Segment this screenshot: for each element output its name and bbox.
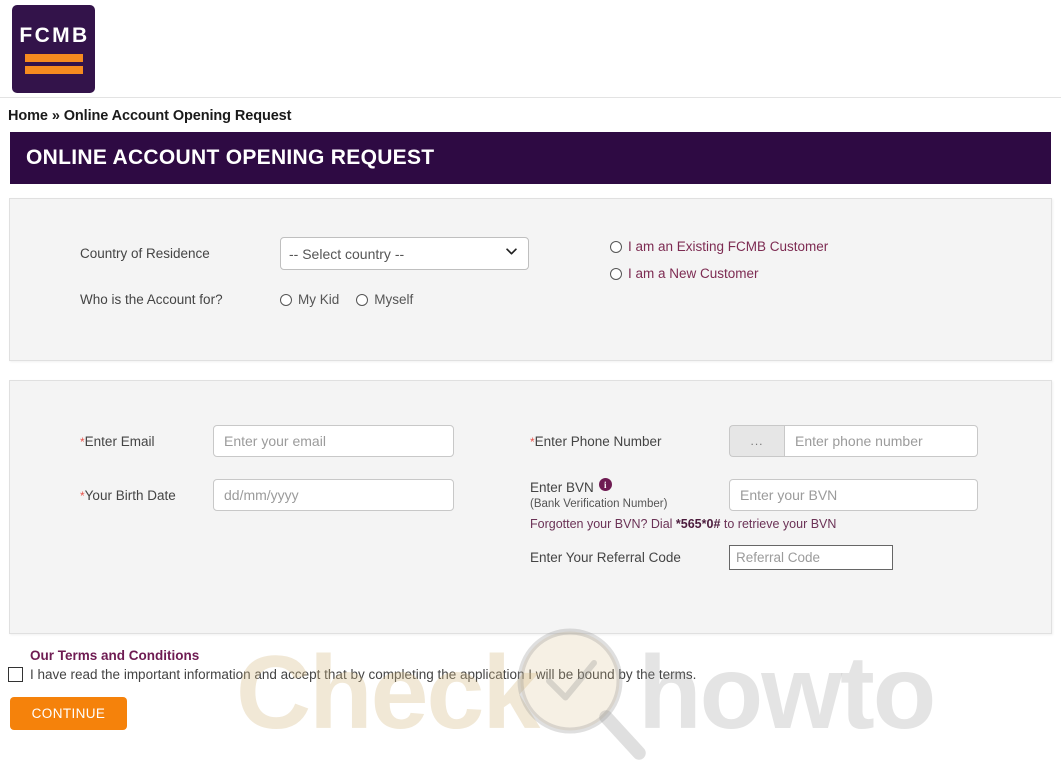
email-field[interactable]	[213, 425, 454, 457]
logo-bar-bottom	[24, 65, 83, 74]
bvn-title-line: Enter BVN i	[530, 478, 729, 495]
terms-text: I have read the important information an…	[30, 667, 697, 682]
page-title: ONLINE ACCOUNT OPENING REQUEST	[26, 146, 435, 169]
phone-row: *Enter Phone Number ...	[530, 425, 978, 457]
bvn-sub-label: (Bank Verification Number)	[530, 498, 668, 510]
phone-label-text: Enter Phone Number	[534, 433, 662, 449]
birth-date-label: *Your Birth Date	[80, 488, 213, 503]
radio-circle-icon	[610, 267, 622, 280]
country-select[interactable]: -- Select country --	[280, 237, 529, 270]
logo-bars	[24, 53, 83, 74]
radio-myself-label: Myself	[374, 292, 414, 307]
birth-date-label-text: Your Birth Date	[84, 487, 176, 503]
residence-fields: Country of Residence -- Select country -…	[80, 237, 550, 307]
phone-input-group: ...	[729, 425, 978, 457]
referral-code-field[interactable]	[729, 545, 893, 570]
bvn-hint-code: *565*0#	[675, 517, 721, 531]
site-header: FCMB	[0, 0, 1061, 98]
phone-label: *Enter Phone Number	[530, 434, 729, 449]
radio-myself[interactable]: Myself	[356, 292, 413, 307]
phone-country-prefix-button[interactable]: ...	[729, 425, 784, 457]
account-for-row: Who is the Account for? My Kid Myself	[80, 292, 550, 307]
logo-bar-top	[24, 53, 83, 62]
fcmb-logo[interactable]: FCMB	[12, 5, 95, 93]
page-title-banner: ONLINE ACCOUNT OPENING REQUEST	[10, 132, 1051, 184]
personal-details-panel: *Enter Email *Your Birth Date *Enter Pho…	[9, 380, 1052, 634]
radio-new-customer[interactable]: I am a New Customer	[610, 266, 828, 281]
logo-wordmark: FCMB	[19, 23, 90, 47]
radio-my-kid[interactable]: My Kid	[280, 292, 339, 307]
bvn-hint-after: to retrieve your BVN	[720, 517, 837, 531]
country-label: Country of Residence	[80, 246, 210, 261]
email-label: *Enter Email	[80, 434, 213, 449]
personal-details-left-column: *Enter Email *Your Birth Date	[80, 425, 454, 533]
country-select-wrapper: -- Select country --	[280, 237, 529, 270]
bvn-row: Enter BVN i (Bank Verification Number)	[530, 478, 978, 511]
bvn-hint: Forgotten your BVN? Dial *565*0# to retr…	[530, 517, 978, 531]
radio-existing-customer[interactable]: I am an Existing FCMB Customer	[610, 239, 828, 254]
referral-label: Enter Your Referral Code	[530, 550, 681, 565]
residence-panel: Country of Residence -- Select country -…	[9, 198, 1052, 361]
radio-circle-icon	[356, 293, 369, 306]
bvn-label-block: Enter BVN i (Bank Verification Number)	[530, 478, 729, 510]
breadcrumb[interactable]: Home » Online Account Opening Request	[0, 98, 1061, 132]
terms-checkbox[interactable]	[8, 667, 23, 682]
bvn-label: Enter BVN	[530, 480, 594, 495]
phone-field[interactable]	[784, 425, 978, 457]
info-icon[interactable]: i	[598, 478, 612, 491]
terms-block: Our Terms and Conditions I have read the…	[0, 648, 1061, 682]
radio-circle-icon	[280, 293, 292, 306]
radio-my-kid-label: My Kid	[298, 292, 340, 307]
bvn-field[interactable]	[729, 479, 978, 511]
account-for-label: Who is the Account for?	[80, 292, 223, 307]
country-row: Country of Residence -- Select country -…	[80, 237, 550, 270]
bvn-hint-before: Forgotten your BVN? Dial	[530, 517, 676, 531]
birth-date-row: *Your Birth Date	[80, 479, 454, 511]
personal-details-right-column: *Enter Phone Number ... Enter BVN i (Ban…	[530, 425, 978, 570]
customer-type-group: I am an Existing FCMB Customer I am a Ne…	[610, 239, 828, 293]
magnifier-check-icon	[517, 628, 646, 760]
referral-row: Enter Your Referral Code	[530, 545, 978, 570]
radio-circle-icon	[610, 240, 622, 253]
terms-title[interactable]: Our Terms and Conditions	[30, 648, 1061, 663]
continue-button[interactable]: CONTINUE	[10, 697, 127, 730]
birth-date-field[interactable]	[213, 479, 454, 511]
radio-new-customer-label: I am a New Customer	[628, 266, 759, 281]
radio-existing-customer-label: I am an Existing FCMB Customer	[628, 239, 829, 254]
email-label-text: Enter Email	[84, 433, 155, 449]
email-row: *Enter Email	[80, 425, 454, 457]
